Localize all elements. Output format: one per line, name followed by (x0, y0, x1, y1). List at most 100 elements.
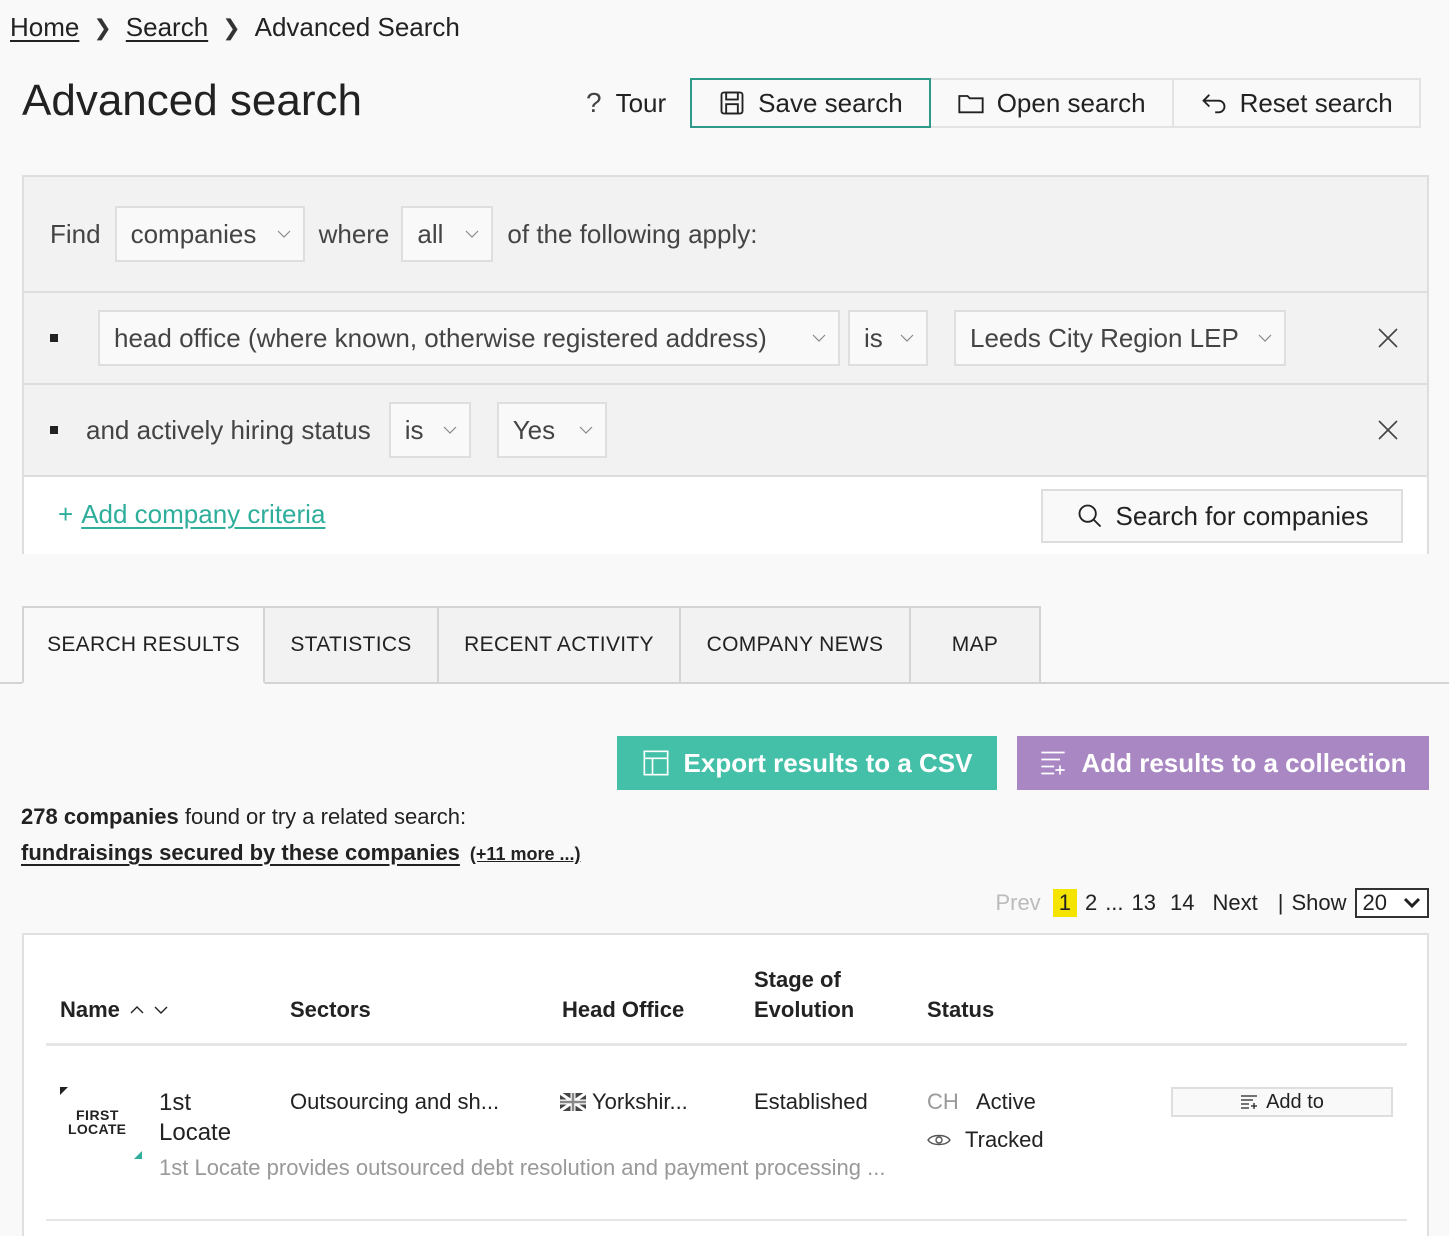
criteria-operator-select[interactable]: is (848, 310, 928, 366)
breadcrumb-current: Advanced Search (254, 12, 460, 42)
criteria-operator-value: is (404, 414, 424, 445)
results-summary: 278 companies found or try a related sea… (21, 804, 466, 830)
breadcrumb-search-link[interactable]: Search (126, 12, 208, 43)
remove-criteria-icon[interactable] (1377, 419, 1399, 441)
plus-icon: + (58, 499, 74, 529)
company-status: Active (976, 1089, 1036, 1114)
row-divider (46, 1219, 1407, 1221)
floppy-disk-icon (720, 91, 744, 115)
add-to-label: Add to (1266, 1090, 1324, 1113)
export-csv-label: Export results to a CSV (683, 747, 973, 778)
uk-flag-icon (560, 1093, 586, 1111)
company-head-office-value: Yorkshir... (592, 1089, 688, 1114)
search-icon (1078, 504, 1101, 528)
tab-statistics[interactable]: STATISTICS (265, 606, 439, 684)
criteria-actions-row: + Add company criteria Search for compan… (24, 477, 1427, 554)
criteria-value-value: Yes (512, 414, 556, 445)
breadcrumb-home-link[interactable]: Home (10, 12, 79, 43)
breadcrumb: Home ❯ Search ❯ Advanced Search (10, 12, 460, 43)
page-link[interactable]: 14 (1170, 890, 1194, 916)
column-header-name-label: Name (60, 997, 120, 1022)
open-search-button[interactable]: Open search (928, 78, 1174, 128)
chevron-down-icon (1258, 334, 1272, 342)
add-company-criteria-link[interactable]: + Add company criteria (58, 499, 325, 530)
open-search-label: Open search (996, 87, 1146, 118)
search-for-companies-label: Search for companies (1115, 500, 1369, 531)
company-logo[interactable]: FIRST LOCATE (60, 1087, 142, 1159)
add-to-collection-button[interactable]: Add results to a collection (1017, 736, 1429, 790)
results-tabs: SEARCH RESULTS STATISTICS RECENT ACTIVIT… (22, 606, 1041, 684)
tab-search-results[interactable]: SEARCH RESULTS (22, 606, 265, 684)
find-row: Find companies where all of the followin… (24, 177, 1427, 293)
page-size-select[interactable]: 20 (1354, 888, 1429, 918)
related-more-link[interactable]: (+11 more ...) (470, 844, 581, 865)
criteria-value-select[interactable]: Yes (496, 402, 607, 458)
criteria-row: and actively hiring status is Yes (24, 385, 1427, 477)
criteria-row: head office (where known, otherwise regi… (24, 293, 1427, 385)
save-search-label: Save search (758, 87, 903, 118)
search-for-companies-button[interactable]: Search for companies (1041, 489, 1403, 543)
page-link[interactable]: 13 (1132, 890, 1156, 916)
pager-separator: | (1277, 890, 1284, 915)
entity-select-value: companies (130, 218, 257, 249)
related-search-link[interactable]: fundraisings secured by these companies (21, 840, 460, 866)
chevron-right-icon: ❯ (222, 14, 241, 40)
bullet (50, 426, 58, 434)
results-count: 278 companies (21, 804, 179, 829)
criteria-operator-select[interactable]: is (388, 402, 471, 458)
export-csv-button[interactable]: Export results to a CSV (617, 736, 997, 790)
sort-ascending-icon[interactable] (130, 1005, 144, 1015)
column-header-status: Status (927, 997, 995, 1022)
chevron-down-icon (1403, 897, 1421, 909)
chevron-down-icon (277, 230, 291, 238)
reset-search-button[interactable]: Reset search (1171, 78, 1421, 128)
tour-label: Tour (615, 87, 667, 118)
company-name-line1[interactable]: 1st (159, 1089, 191, 1117)
status-source-badge: CH (927, 1089, 959, 1114)
tour-button[interactable]: ? Tour (580, 78, 692, 128)
column-header-head-office: Head Office (562, 997, 685, 1022)
page-link-current[interactable]: 1 (1052, 889, 1077, 917)
column-header-name[interactable]: Name (60, 997, 168, 1023)
entity-select[interactable]: companies (114, 206, 305, 262)
match-select[interactable]: all (401, 206, 494, 262)
reset-search-label: Reset search (1239, 87, 1393, 118)
question-icon: ? (586, 87, 602, 118)
chevron-down-icon (900, 334, 914, 342)
criteria-value-select[interactable]: Leeds City Region LEP (954, 310, 1286, 366)
tracked-indicator[interactable]: Tracked (927, 1127, 1044, 1153)
add-to-collection-label: Add results to a collection (1081, 747, 1407, 778)
page-title: Advanced search (22, 76, 362, 125)
next-page-link[interactable]: Next (1213, 890, 1258, 916)
header-divider (46, 1043, 1407, 1046)
chevron-down-icon (812, 334, 826, 342)
chevron-down-icon (465, 230, 479, 238)
company-head-office: Yorkshir... (560, 1089, 688, 1115)
company-description: 1st Locate provides outsourced debt reso… (159, 1155, 886, 1180)
page-size-value: 20 (1362, 890, 1387, 915)
apply-label: of the following apply: (507, 218, 758, 249)
folder-icon (958, 95, 984, 114)
company-name-line2[interactable]: Locate (159, 1119, 231, 1147)
find-label: Find (50, 218, 101, 249)
tab-company-news[interactable]: COMPANY NEWS (681, 606, 911, 684)
add-to-button[interactable]: Add to (1171, 1087, 1393, 1117)
criteria-field-select[interactable]: head office (where known, otherwise regi… (98, 310, 840, 366)
chevron-right-icon: ❯ (93, 14, 112, 40)
tab-map[interactable]: MAP (911, 606, 1041, 684)
prev-page-link[interactable]: Prev (995, 890, 1040, 916)
page-ellipsis: ... (1105, 890, 1124, 915)
criteria-operator-value: is (864, 322, 883, 353)
table-icon (643, 750, 668, 776)
results-found-text: found or try a related search: (184, 804, 467, 829)
remove-criteria-icon[interactable] (1377, 327, 1399, 349)
sort-descending-icon[interactable] (154, 1005, 168, 1015)
logo-text-locate: LOCATE (68, 1121, 127, 1137)
results-table: Name Sectors Head Office Stage of Evolut… (22, 933, 1429, 1236)
add-company-criteria-label: Add company criteria (81, 499, 326, 529)
criteria-field-value: head office (where known, otherwise regi… (114, 322, 767, 353)
page-link[interactable]: 2 (1085, 890, 1097, 916)
save-search-button[interactable]: Save search (690, 78, 931, 128)
tab-recent-activity[interactable]: RECENT ACTIVITY (439, 606, 681, 684)
chevron-down-icon (579, 426, 593, 434)
